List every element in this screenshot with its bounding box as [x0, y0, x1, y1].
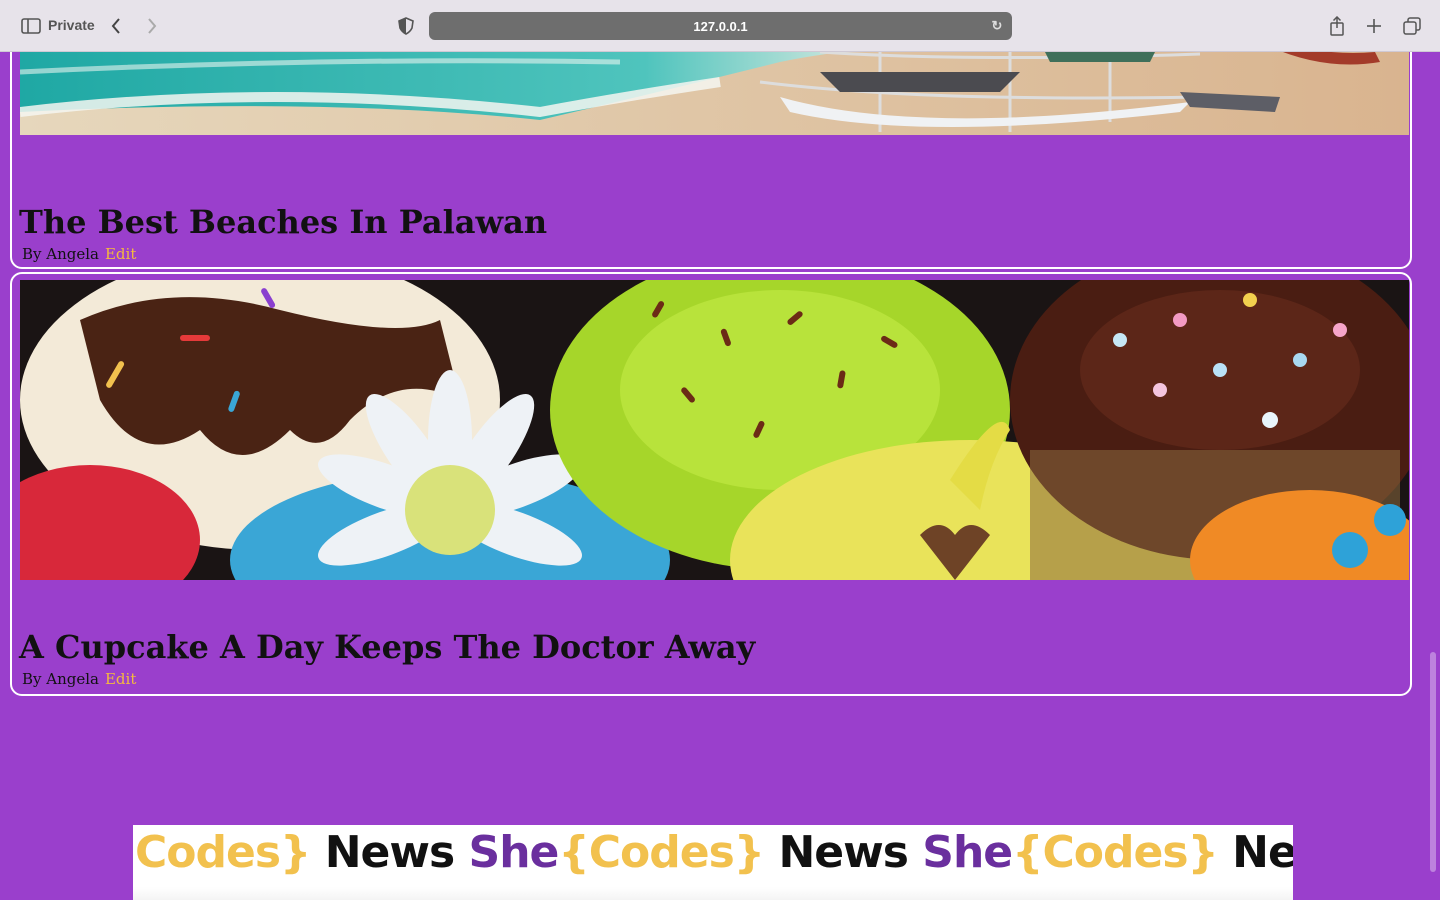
back-icon[interactable] — [104, 14, 128, 38]
tab-overview-icon[interactable] — [1400, 14, 1424, 38]
banner-lower-edge — [133, 887, 1293, 900]
scrollbar-thumb[interactable] — [1430, 652, 1436, 872]
new-tab-icon[interactable] — [1362, 14, 1386, 38]
post-title[interactable]: The Best Beaches In Palawan — [19, 203, 547, 241]
banner-segment: {Codes} — [558, 827, 765, 878]
private-label: Private — [48, 17, 95, 33]
post-image-cupcakes[interactable] — [20, 280, 1409, 580]
privacy-shield-icon[interactable] — [394, 14, 418, 38]
post-author: By Angela — [22, 670, 99, 688]
browser-toolbar: Private 127.0.0.1 ↻ — [0, 0, 1440, 52]
banner-segment: {Codes} — [1012, 827, 1219, 878]
post-card: A Cupcake A Day Keeps The Doctor Away By… — [10, 272, 1412, 696]
banner-segment: She — [468, 827, 560, 878]
post-meta: By Angela Edit — [22, 670, 136, 688]
banner-logo-text: Codes} News She{Codes} News She{Codes} N… — [135, 825, 1293, 881]
sidebar-toggle-icon[interactable] — [19, 14, 43, 38]
banner-segment: News — [778, 827, 909, 878]
post-title[interactable]: A Cupcake A Day Keeps The Doctor Away — [19, 628, 755, 666]
banner-segment: News — [1232, 827, 1293, 878]
banner-segment: Codes} — [135, 827, 311, 878]
edit-link[interactable]: Edit — [105, 245, 136, 263]
banner-segment: News — [324, 827, 456, 878]
share-icon[interactable] — [1325, 14, 1349, 38]
address-bar[interactable]: 127.0.0.1 ↻ — [429, 12, 1012, 40]
url-text: 127.0.0.1 — [693, 18, 748, 34]
banner-segment: She — [922, 827, 1013, 878]
shecodes-news-banner: Codes} News She{Codes} News She{Codes} N… — [133, 825, 1293, 900]
post-author: By Angela — [22, 245, 99, 263]
forward-icon[interactable] — [140, 14, 164, 38]
edit-link[interactable]: Edit — [105, 670, 136, 688]
post-meta: By Angela Edit — [22, 245, 136, 263]
reload-icon[interactable]: ↻ — [988, 17, 1006, 35]
